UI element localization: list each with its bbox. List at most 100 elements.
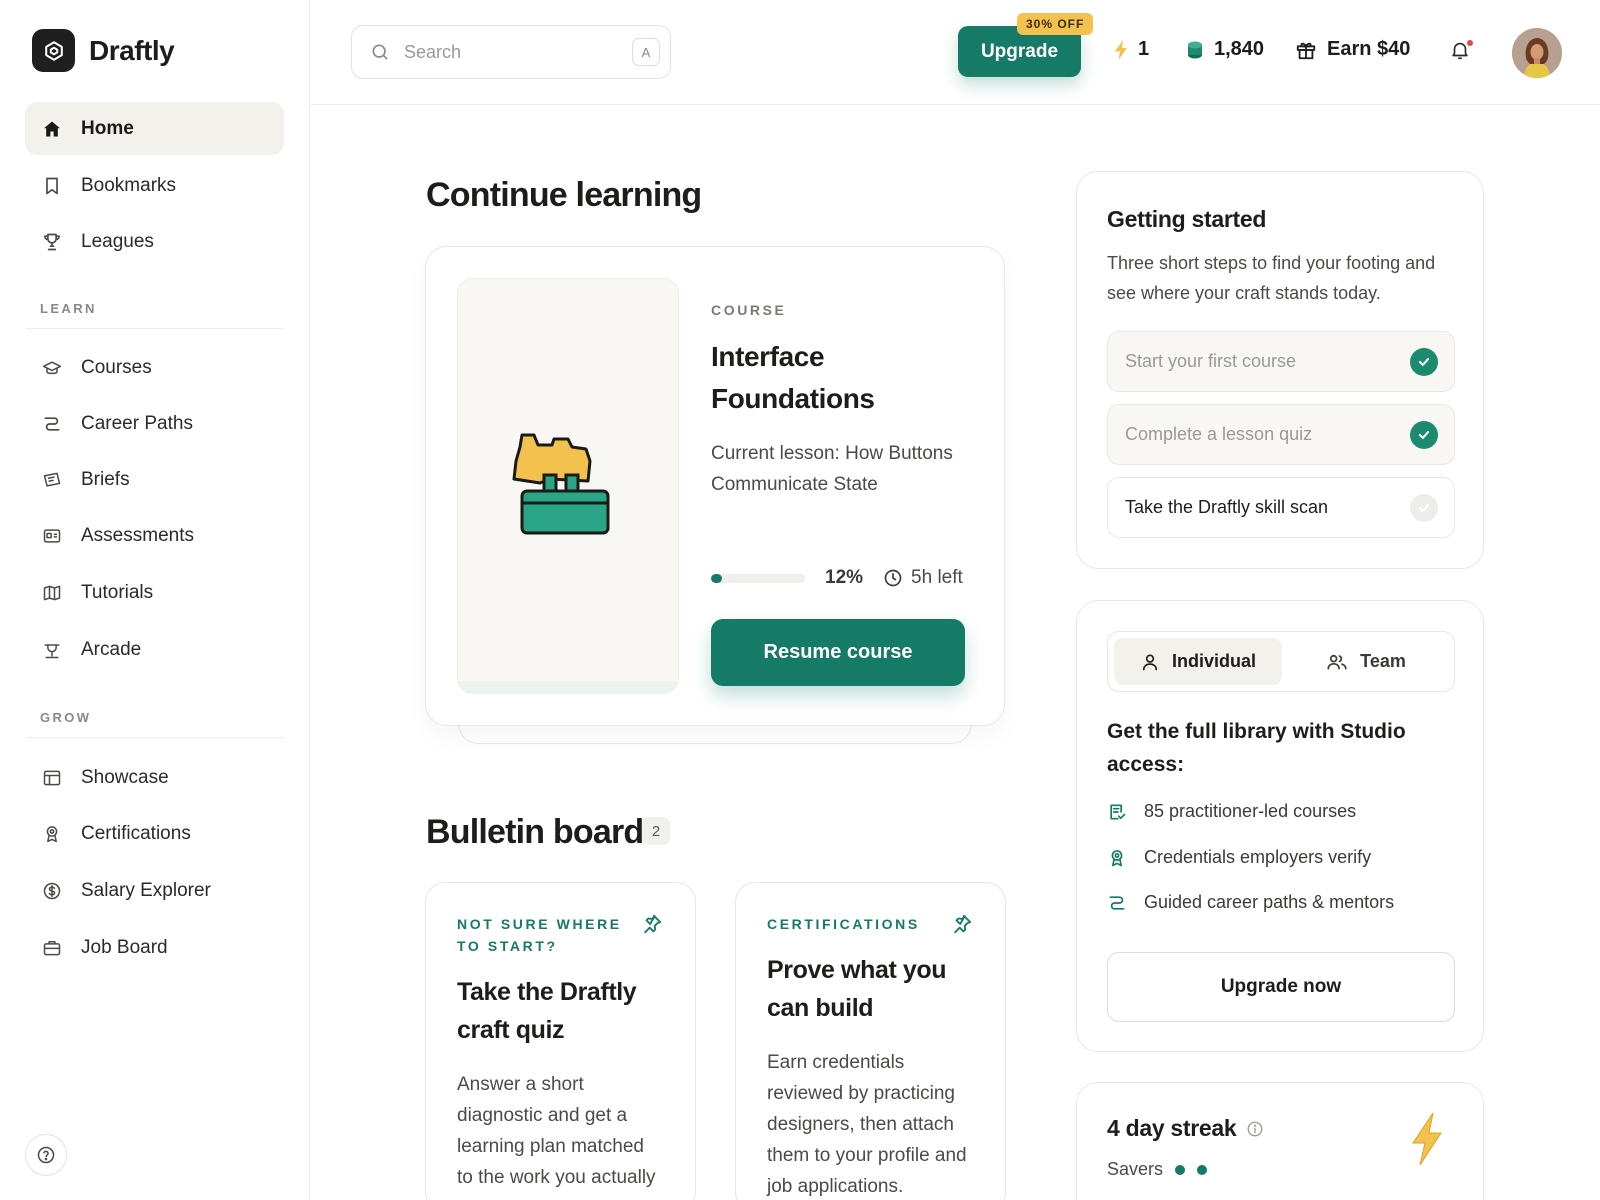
feature-item: 85 practitioner-led courses [1107, 801, 1356, 822]
progress-bar [711, 573, 805, 583]
notifications-button[interactable] [1449, 38, 1475, 66]
current-lesson: Current lesson: How Buttons Communicate … [711, 443, 953, 495]
search-icon [370, 42, 390, 62]
step-take-skill-scan[interactable]: Take the Draftly skill scan [1107, 477, 1455, 538]
resume-course-button[interactable]: Resume course [711, 619, 965, 686]
coin-count: 1,840 [1214, 38, 1265, 60]
sidebar-item-label: Salary Explorer [81, 879, 211, 901]
bookmark-icon [42, 176, 62, 196]
sidebar-item-salary-explorer[interactable]: Salary Explorer [25, 864, 284, 917]
sidebar-item-leagues[interactable]: Leagues [25, 215, 284, 268]
search-box[interactable]: A [351, 25, 671, 79]
feature-label: 85 practitioner-led courses [1144, 801, 1357, 821]
feature-label: Credentials employers verify [1144, 847, 1372, 867]
bulletin-count-badge: 2 [642, 817, 670, 845]
course-list-icon [1107, 802, 1127, 822]
sidebar-item-label: Briefs [81, 468, 130, 490]
section-label-grow: GROW [40, 710, 92, 725]
sidebar-item-arcade[interactable]: Arcade [25, 623, 284, 676]
sidebar-item-briefs[interactable]: Briefs [25, 453, 284, 506]
tab-team[interactable]: Team [1282, 638, 1450, 685]
check-icon [1410, 348, 1438, 376]
getting-started-card: Getting started Three short steps to fin… [1076, 171, 1484, 569]
bulletin-eyebrow: NOT SURE WHERE TO START? [457, 916, 622, 954]
check-icon [1410, 494, 1438, 522]
gift-icon [1295, 39, 1317, 61]
sidebar-item-tutorials[interactable]: Tutorials [25, 566, 284, 619]
course-info: COURSE Interface Foundations Current les… [711, 302, 971, 500]
sidebar-item-home[interactable]: Home [25, 102, 284, 155]
sidebar-item-assessments[interactable]: Assessments [25, 509, 284, 562]
pin-icon[interactable] [641, 913, 663, 935]
users-icon [1326, 652, 1348, 672]
step-label: Take the Draftly skill scan [1125, 497, 1329, 517]
bulletin-body: Earn credentials reviewed by practicing … [767, 1052, 967, 1197]
dollar-icon [42, 881, 62, 901]
progress-percent: 12% [825, 567, 864, 588]
avatar[interactable] [1512, 28, 1562, 78]
sidebar-item-label: Job Board [81, 936, 168, 958]
path-icon [1107, 893, 1127, 913]
plan-toggle: Individual Team [1107, 631, 1455, 692]
course-progress: 12% 5h left [711, 567, 963, 589]
time-left: 5h left [883, 567, 963, 589]
time-left-label: 5h left [911, 567, 963, 588]
path-icon [42, 414, 62, 434]
bulletin-card-quiz[interactable]: NOT SURE WHERE TO START? Take the Draftl… [425, 882, 696, 1200]
sidebar-item-career-paths[interactable]: Career Paths [25, 397, 284, 450]
notification-dot [1467, 40, 1473, 46]
step-complete-lesson-quiz[interactable]: Complete a lesson quiz [1107, 404, 1455, 465]
search-input[interactable] [404, 41, 624, 63]
earn-referral-link[interactable]: Earn $40 [1295, 38, 1410, 61]
course-thumbnail [457, 278, 679, 694]
user-icon [1140, 652, 1160, 672]
streak-savers: Savers [1107, 1159, 1208, 1180]
bulletin-title: Prove what you can build [767, 956, 947, 1022]
streak-title: 4 day streak [1107, 1115, 1237, 1141]
graduation-cap-icon [42, 358, 62, 378]
tab-individual[interactable]: Individual [1114, 638, 1282, 685]
card-stack-shadow [458, 724, 972, 744]
help-button[interactable] [25, 1134, 67, 1176]
coins-stat[interactable]: 1,840 [1186, 38, 1264, 61]
layout-icon [42, 768, 62, 788]
sidebar-item-job-board[interactable]: Job Board [25, 921, 284, 974]
course-eyebrow: COURSE [711, 302, 787, 318]
sidebar-item-courses[interactable]: Courses [25, 341, 284, 394]
sidebar-item-label: Bookmarks [81, 174, 177, 196]
sidebar-item-showcase[interactable]: Showcase [25, 751, 284, 804]
feature-item: Guided career paths & mentors [1107, 892, 1394, 913]
coin-stack-icon [1186, 40, 1204, 60]
info-icon[interactable] [1246, 1120, 1264, 1138]
upgrade-now-button[interactable]: Upgrade now [1107, 952, 1455, 1022]
plan-upsell-card: Individual Team Get the full library wit… [1076, 600, 1484, 1052]
energy-stat[interactable]: 1 [1114, 38, 1149, 61]
brand[interactable]: Draftly [32, 29, 175, 72]
pin-icon[interactable] [951, 913, 973, 935]
sidebar-item-label: Courses [81, 356, 152, 378]
streak-header: 4 day streak [1107, 1115, 1264, 1142]
check-icon [1410, 421, 1438, 449]
section-label-learn: LEARN [40, 301, 97, 316]
trophy-icon [42, 232, 62, 252]
streak-card: 4 day streak Savers [1076, 1082, 1484, 1200]
continue-learning-title: Continue learning [426, 176, 702, 214]
sidebar-item-certifications[interactable]: Certifications [25, 807, 284, 860]
upgrade-group: Upgrade 30% OFF [958, 13, 1094, 77]
award-icon [1107, 848, 1127, 868]
home-icon [42, 119, 62, 139]
course-title: Interface Foundations [711, 341, 875, 414]
award-icon [42, 824, 62, 844]
course-card: COURSE Interface Foundations Current les… [425, 246, 1005, 726]
map-icon [42, 583, 62, 603]
bulletin-board-title: Bulletin board [426, 813, 644, 851]
sidebar-item-bookmarks[interactable]: Bookmarks [25, 159, 284, 212]
lightning-icon [1411, 1113, 1443, 1165]
search-shortcut-key: A [632, 38, 660, 66]
saver-dot [1175, 1164, 1186, 1175]
feature-label: Guided career paths & mentors [1144, 892, 1395, 912]
bulletin-eyebrow: CERTIFICATIONS [767, 916, 920, 932]
discount-badge: 30% OFF [1017, 13, 1094, 35]
step-start-first-course[interactable]: Start your first course [1107, 331, 1455, 392]
bulletin-card-certifications[interactable]: CERTIFICATIONS Prove what you can build … [735, 882, 1006, 1200]
